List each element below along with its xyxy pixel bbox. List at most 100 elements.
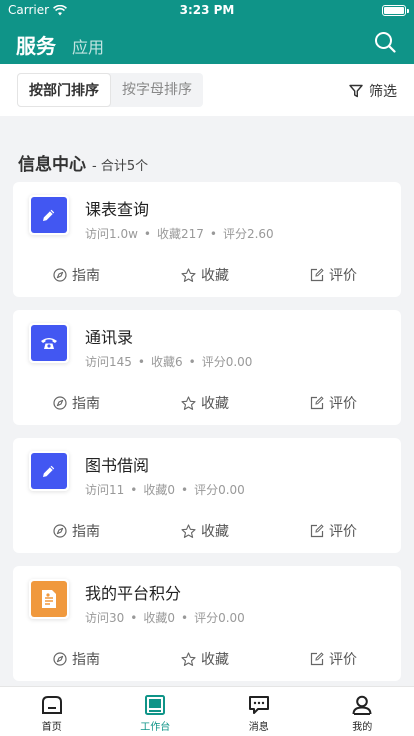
- service-visits: 访问30: [85, 611, 125, 625]
- tab-home-label: 首页: [41, 722, 62, 733]
- service-name: 课表查询: [85, 200, 150, 219]
- service-name: 图书借阅: [85, 456, 150, 475]
- service-rating: 评分0.00: [194, 483, 245, 497]
- sort-toggle: 按部门排序 按字母排序: [17, 73, 203, 107]
- filter-label: 筛选: [369, 84, 397, 100]
- favorite-button[interactable]: 收藏: [181, 265, 229, 285]
- rate-button[interactable]: 评价: [310, 521, 357, 541]
- rate-label: 评价: [329, 524, 357, 540]
- bottom-tab-bar: 首页 工作台 消息 我的: [0, 686, 414, 736]
- service-actions: 指南 收藏 评价: [13, 393, 401, 415]
- rate-button[interactable]: 评价: [310, 265, 357, 285]
- compass-icon: [53, 396, 67, 410]
- edit-icon: [310, 524, 324, 538]
- star-icon: [181, 395, 196, 410]
- guide-label: 指南: [72, 524, 100, 540]
- tab-services[interactable]: 服务: [16, 30, 56, 59]
- guide-label: 指南: [72, 652, 100, 668]
- service-icon-frame: [29, 579, 69, 619]
- service-stats: 访问11 • 收藏0 • 评分0.00: [85, 481, 245, 498]
- search-icon[interactable]: [374, 31, 396, 53]
- tab-apps[interactable]: 应用: [72, 34, 104, 58]
- separator-dot: •: [143, 227, 151, 241]
- funnel-icon: [349, 84, 363, 98]
- service-card[interactable]: 课表查询访问1.0w • 收藏217 • 评分2.60 指南 收藏 评价: [13, 182, 401, 297]
- favorite-button[interactable]: 收藏: [181, 649, 229, 669]
- guide-button[interactable]: 指南: [53, 393, 100, 413]
- service-card[interactable]: 图书借阅 访问11 • 收藏0 • 评分0.00 指南 收藏 评价: [13, 438, 401, 553]
- guide-button[interactable]: 指南: [53, 649, 100, 669]
- compass-icon: [53, 268, 67, 282]
- document-icon: [31, 581, 67, 617]
- section-title: 信息中心: [18, 155, 86, 175]
- pencil-icon: [31, 197, 67, 233]
- guide-label: 指南: [72, 396, 100, 412]
- rate-label: 评价: [329, 652, 357, 668]
- status-bar: Carrier 3:23 PM: [0, 0, 414, 20]
- edit-icon: [310, 652, 324, 666]
- star-icon: [181, 651, 196, 666]
- sort-bar: 按部门排序 按字母排序 筛选: [0, 64, 414, 116]
- favorite-label: 收藏: [201, 268, 229, 284]
- service-rating: 评分0.00: [194, 611, 245, 625]
- service-actions: 指南 收藏 评价: [13, 521, 401, 543]
- tab-workbench-label: 工作台: [140, 722, 171, 733]
- favorite-label: 收藏: [201, 396, 229, 412]
- service-icon-frame: [29, 195, 69, 235]
- service-visits: 访问1.0w: [85, 227, 138, 241]
- service-favorites: 收藏0: [143, 611, 175, 625]
- service-favorites: 收藏6: [150, 355, 183, 369]
- tab-workbench[interactable]: 工作台: [104, 687, 208, 736]
- star-icon: [181, 267, 196, 282]
- rate-button[interactable]: 评价: [310, 649, 357, 669]
- star-icon: [181, 523, 196, 538]
- compass-icon: [53, 652, 67, 666]
- favorite-button[interactable]: 收藏: [181, 393, 229, 413]
- separator-dot: •: [188, 355, 196, 369]
- profile-icon: [352, 695, 372, 715]
- separator-dot: •: [209, 227, 217, 241]
- service-rating: 评分2.60: [222, 227, 274, 241]
- service-card[interactable]: 通讯录访问145 • 收藏6 • 评分0.00 指南 收藏 评价: [13, 310, 401, 425]
- sort-by-letter-button[interactable]: 按字母排序: [111, 73, 203, 107]
- service-rating: 评分0.00: [201, 355, 253, 369]
- rate-button[interactable]: 评价: [310, 393, 357, 413]
- tab-profile-label: 我的: [352, 722, 373, 733]
- favorite-button[interactable]: 收藏: [181, 521, 229, 541]
- tab-home[interactable]: 首页: [0, 687, 104, 736]
- service-actions: 指南 收藏 评价: [13, 649, 401, 671]
- guide-button[interactable]: 指南: [53, 521, 100, 541]
- service-icon-frame: [29, 323, 69, 363]
- workbench-icon: [145, 695, 166, 715]
- battery-icon: [382, 5, 409, 16]
- section-header: 信息中心 - 合计5个: [18, 150, 148, 175]
- phone-icon: [31, 325, 67, 361]
- pencil-icon: [31, 453, 67, 489]
- edit-icon: [310, 268, 324, 282]
- rate-label: 评价: [329, 268, 357, 284]
- separator-dot: •: [181, 611, 189, 625]
- filter-button[interactable]: 筛选: [349, 81, 397, 101]
- service-card[interactable]: 我的平台积分 访问30 • 收藏0 • 评分0.00 指南 收藏 评价: [13, 566, 401, 681]
- separator-dot: •: [130, 611, 138, 625]
- favorite-label: 收藏: [201, 524, 229, 540]
- message-icon: [248, 696, 269, 714]
- service-favorites: 收藏217: [156, 227, 204, 241]
- tab-profile[interactable]: 我的: [311, 687, 414, 736]
- tab-messages[interactable]: 消息: [207, 687, 311, 736]
- service-visits: 访问145: [85, 355, 132, 369]
- app-header: Carrier 3:23 PM 服务 应用: [0, 0, 414, 64]
- sort-by-department-button[interactable]: 按部门排序: [17, 73, 111, 107]
- service-stats: 访问1.0w • 收藏217 • 评分2.60: [85, 225, 274, 242]
- service-name: 通讯录: [85, 328, 134, 347]
- guide-button[interactable]: 指南: [53, 265, 100, 285]
- separator-dot: •: [130, 483, 138, 497]
- service-icon-frame: [29, 451, 69, 491]
- service-stats: 访问30 • 收藏0 • 评分0.00: [85, 609, 245, 626]
- section-count: - 合计5个: [92, 159, 149, 174]
- separator-dot: •: [137, 355, 145, 369]
- service-actions: 指南 收藏 评价: [13, 265, 401, 287]
- service-stats: 访问145 • 收藏6 • 评分0.00: [85, 353, 252, 370]
- compass-icon: [53, 524, 67, 538]
- service-favorites: 收藏0: [143, 483, 175, 497]
